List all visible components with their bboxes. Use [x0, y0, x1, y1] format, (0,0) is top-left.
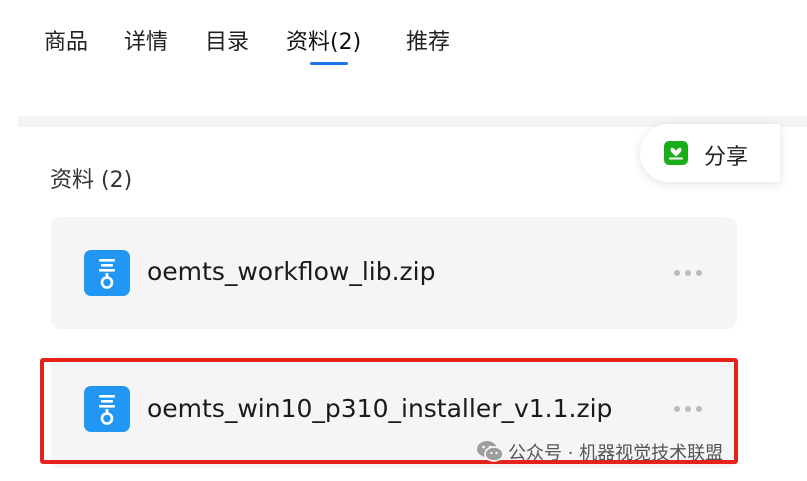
tab-products[interactable]: 商品 — [44, 24, 88, 56]
tab-recommended[interactable]: 推荐 — [406, 24, 450, 56]
tab-bar: 商品 详情 目录 资料(2) 推荐 — [0, 0, 807, 80]
file-item[interactable]: oemts_workflow_lib.zip — [51, 217, 737, 329]
more-icon[interactable] — [673, 405, 703, 413]
file-name: oemts_win10_p310_installer_v1.1.zip — [147, 394, 613, 423]
watermark-text: 公众号 · 机器视觉技术联盟 — [508, 443, 724, 464]
zip-file-icon — [84, 250, 130, 296]
share-icon — [664, 141, 688, 165]
tab-materials[interactable]: 资料(2) — [286, 24, 361, 56]
share-button[interactable]: 分享 — [640, 124, 780, 182]
share-label: 分享 — [704, 145, 749, 170]
tab-catalog[interactable]: 目录 — [205, 24, 249, 56]
more-icon[interactable] — [673, 269, 703, 277]
active-tab-indicator — [310, 62, 348, 65]
file-name: oemts_workflow_lib.zip — [147, 257, 436, 286]
wechat-icon — [477, 441, 504, 462]
tab-details[interactable]: 详情 — [124, 24, 168, 56]
zip-file-icon — [84, 386, 130, 432]
section-title: 资料 (2) — [50, 168, 133, 193]
